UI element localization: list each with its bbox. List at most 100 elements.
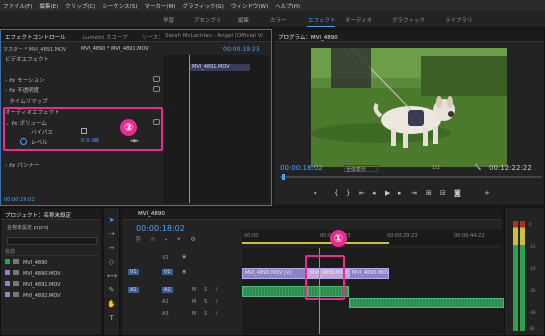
program-zoom-select[interactable]: 全体表示 bbox=[344, 165, 378, 173]
workspace-libraries[interactable]: ライブラリ bbox=[445, 16, 473, 24]
ec-playhead bbox=[189, 55, 190, 203]
workspace-learning[interactable]: 学習 bbox=[163, 16, 174, 24]
workspace-audio[interactable]: オーディオ bbox=[345, 16, 372, 24]
effect-time-remap[interactable]: › タイムリマップ bbox=[5, 97, 160, 105]
program-title[interactable]: プログラム：MVI_4890 bbox=[278, 33, 338, 41]
list-item[interactable]: MVI_4890.MOV bbox=[5, 270, 99, 279]
video-clip[interactable]: MVI_4890.MOV [V] bbox=[242, 268, 307, 279]
menu-clip[interactable]: クリップ(C) bbox=[65, 2, 95, 10]
menu-sequence[interactable]: シーケンス(S) bbox=[102, 2, 137, 10]
timeline-tool-icons[interactable]: ⎘ ∩ ⬩ ⌖ ⚙ bbox=[136, 236, 200, 244]
tab-lumetri-scopes[interactable]: Lumetri スコープ bbox=[83, 33, 128, 41]
ripple-edit-tool-icon[interactable]: ⇿ bbox=[107, 244, 116, 253]
play-icon[interactable]: ▶ bbox=[385, 190, 390, 197]
workspace-editing[interactable]: 編集 bbox=[238, 16, 249, 24]
project-item-list: MVI_4890 MVI_4890.MOV MVI_4891.MOV MVI_4… bbox=[5, 259, 99, 329]
camera-icon[interactable]: ◙ bbox=[454, 190, 461, 197]
effect-motion[interactable]: › fx モーション bbox=[5, 76, 160, 84]
go-to-in-icon[interactable]: ⇤ bbox=[359, 190, 365, 197]
track-label[interactable]: A1 bbox=[162, 287, 173, 293]
project-search-input[interactable] bbox=[7, 237, 97, 245]
program-video-frame bbox=[311, 48, 507, 167]
pen-tool-icon[interactable]: ✎ bbox=[107, 286, 116, 295]
label-color-swatch bbox=[5, 281, 10, 286]
step-forward-icon[interactable]: ▸ bbox=[398, 190, 402, 197]
menu-help[interactable]: ヘルプ(H) bbox=[275, 2, 300, 10]
workspace-assembly[interactable]: アセンブリ bbox=[194, 16, 221, 24]
menu-marker[interactable]: マーカー(M) bbox=[144, 2, 175, 10]
video-clip[interactable]: MVI_4890.MOV [V] bbox=[349, 268, 389, 279]
go-to-out-icon[interactable]: ⇥ bbox=[411, 190, 417, 197]
hand-tool-icon[interactable]: ✋ bbox=[107, 300, 116, 309]
slip-tool-icon[interactable]: ⟷ bbox=[107, 272, 117, 281]
menu-graphics[interactable]: グラフィック(G) bbox=[182, 2, 223, 10]
track-header-a2: A2 M S ♪ bbox=[122, 299, 226, 308]
lift-icon[interactable]: ⊞ bbox=[426, 190, 432, 197]
list-item[interactable]: MVI_4890 bbox=[5, 259, 99, 268]
audio-clip[interactable] bbox=[242, 286, 307, 297]
workspace-effects[interactable]: エフェクト bbox=[308, 16, 336, 24]
mute-button[interactable]: M bbox=[192, 299, 196, 305]
work-area-bar[interactable] bbox=[242, 242, 389, 244]
project-name-header[interactable]: 名前 bbox=[5, 248, 99, 256]
effect-panner[interactable]: › fx パンナー bbox=[5, 161, 160, 169]
tab-source-name[interactable]: Sarah McLachlan - Angel (Official Vi bbox=[165, 33, 263, 39]
mute-button[interactable]: M bbox=[192, 311, 196, 317]
tab-sequence[interactable]: MVI_4890 bbox=[138, 211, 165, 217]
mark-out-icon[interactable]: } bbox=[346, 190, 350, 197]
effect-opacity[interactable]: › fx 不透明度 bbox=[5, 86, 160, 94]
type-tool-icon[interactable]: T bbox=[107, 314, 116, 323]
track-label[interactable]: V2 bbox=[162, 255, 169, 261]
marker-icon[interactable]: ⬩ bbox=[314, 190, 317, 197]
solo-button[interactable]: S bbox=[204, 287, 207, 293]
ec-mini-timeline: MVI_4891.MOV bbox=[163, 55, 269, 203]
mic-icon[interactable]: ♪ bbox=[215, 299, 218, 305]
list-item[interactable]: MVI_4891.MOV bbox=[5, 281, 99, 290]
extract-icon[interactable]: ⊟ bbox=[440, 190, 446, 197]
solo-button[interactable]: S bbox=[204, 299, 207, 305]
track-label[interactable]: V1 bbox=[162, 269, 173, 275]
menu-window[interactable]: ウィンドウ(W) bbox=[231, 2, 268, 10]
track-label[interactable]: A3 bbox=[162, 311, 169, 317]
fx-icon: › fx bbox=[5, 163, 16, 169]
add-button-icon[interactable]: + bbox=[484, 190, 490, 197]
mic-icon[interactable]: ♪ bbox=[215, 311, 218, 317]
source-patch-a1[interactable]: A1 bbox=[128, 287, 139, 293]
workspace-graphics[interactable]: グラフィック bbox=[392, 16, 425, 24]
program-playhead[interactable] bbox=[282, 174, 285, 180]
mute-button[interactable]: M bbox=[192, 287, 196, 293]
ec-top-timecode[interactable]: 00:00:19:23 bbox=[223, 46, 260, 53]
timeline-ruler[interactable]: 00:00 00:00:14:23 00:00:29:23 00:00:44:2… bbox=[242, 230, 504, 245]
workspace-active-underline bbox=[307, 26, 335, 27]
wrench-icon[interactable]: 🔧 bbox=[474, 164, 481, 171]
step-back-icon[interactable]: ◂ bbox=[372, 190, 376, 197]
menu-file[interactable]: ファイル(F) bbox=[3, 2, 32, 10]
workspace-color[interactable]: カラー bbox=[270, 16, 287, 24]
master-clip-dropdown[interactable]: MVI_4890 * MVI_4891.MOV bbox=[81, 46, 156, 54]
timeline-track-area[interactable]: MVI_4890.MOV [V] MVI_4890.MOV [V] MVI_48… bbox=[242, 248, 504, 334]
source-patch-v1[interactable]: V1 bbox=[128, 269, 139, 275]
timeline-timecode[interactable]: 00:00:18:02 bbox=[136, 224, 185, 233]
list-item[interactable]: MVI_4892.MOV bbox=[5, 292, 99, 301]
solo-button[interactable]: S bbox=[204, 311, 207, 317]
razor-tool-icon[interactable]: ◇ bbox=[107, 258, 116, 267]
mark-in-icon[interactable]: { bbox=[334, 190, 338, 197]
track-header-v2: V2 ◉ bbox=[122, 254, 226, 263]
tab-effect-controls[interactable]: エフェクトコントロール bbox=[5, 33, 66, 41]
audio-clip[interactable] bbox=[349, 298, 504, 308]
reset-icon[interactable] bbox=[153, 76, 160, 82]
track-select-tool-icon[interactable]: ⇢ bbox=[107, 230, 116, 239]
tab-source[interactable]: ソース： bbox=[142, 33, 164, 41]
tab-project[interactable]: プロジェクト：名称未設定 bbox=[5, 211, 71, 219]
program-scrub-bar[interactable] bbox=[280, 176, 542, 178]
ec-bottom-timecode[interactable]: 00:00:19:02 bbox=[4, 197, 35, 203]
eye-icon[interactable]: ◉ bbox=[182, 254, 186, 260]
reset-icon[interactable] bbox=[153, 86, 160, 92]
menu-edit[interactable]: 編集(E) bbox=[39, 2, 58, 10]
selection-tool-icon[interactable]: ➤ bbox=[107, 216, 116, 225]
program-timecode[interactable]: 00:00:18:02 bbox=[280, 164, 323, 172]
track-label[interactable]: A2 bbox=[162, 299, 169, 305]
eye-icon[interactable]: ◉ bbox=[182, 269, 186, 275]
program-quality-select[interactable]: 1/2 bbox=[432, 165, 440, 171]
mic-icon[interactable]: ♪ bbox=[215, 287, 218, 293]
